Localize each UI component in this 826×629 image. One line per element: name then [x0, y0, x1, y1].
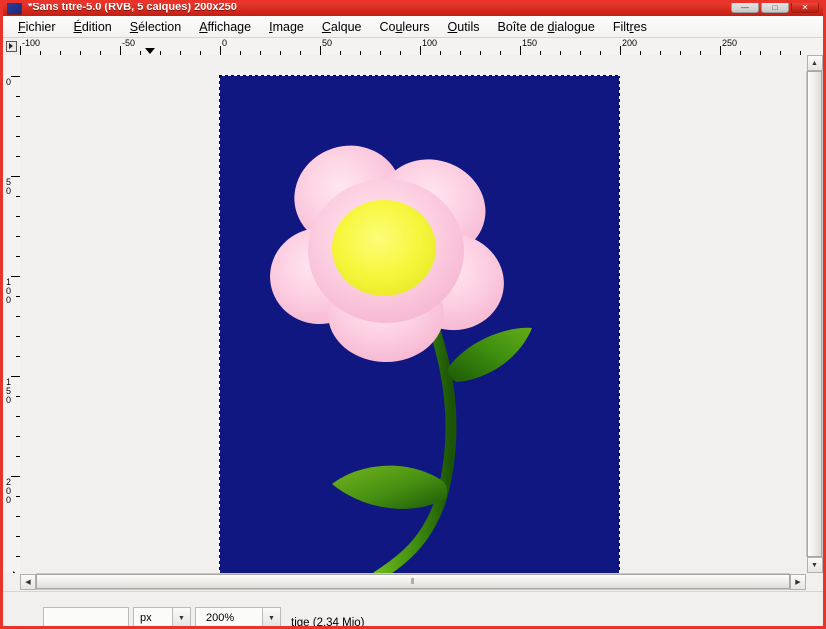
leaf-lower	[332, 465, 448, 509]
menu-fichier[interactable]: Fichier	[9, 18, 65, 36]
ruler-label: -50	[122, 38, 136, 48]
leaf-upper	[447, 327, 532, 382]
menu-calque[interactable]: Calque	[313, 18, 371, 36]
horizontal-scrollbar[interactable]: ◀ ⦀ ▶	[20, 573, 806, 590]
menu-affichage-label: ffichage	[207, 19, 252, 34]
unit-dropdown-icon[interactable]: ▼	[172, 608, 190, 626]
ruler-tick	[520, 46, 521, 55]
zoom-selector[interactable]: 200% ▼	[195, 607, 281, 626]
vscroll-thumb[interactable]	[807, 71, 822, 557]
menu-boite-label: ialogue	[554, 19, 595, 34]
ruler-tick	[620, 46, 621, 55]
title-bar[interactable]: *Sans titre-5.0 (RVB, 5 calques) 200x250…	[3, 3, 823, 16]
ruler-position-marker	[145, 48, 155, 54]
vertical-scrollbar[interactable]: ▲ ▼	[806, 55, 823, 573]
menu-couleurs[interactable]: Couleurs	[370, 18, 438, 36]
ruler-label: 50	[322, 38, 333, 48]
zoom-dropdown-icon[interactable]: ▼	[262, 608, 280, 626]
menu-edition[interactable]: Édition	[65, 18, 121, 36]
ruler-label: 100	[422, 38, 438, 48]
ruler-tick	[11, 76, 20, 77]
canvas-viewport[interactable]	[20, 55, 806, 573]
ruler-tick	[120, 46, 121, 55]
maximize-icon: □	[772, 3, 778, 12]
ruler-tick	[320, 46, 321, 55]
ruler-label: 200	[622, 38, 638, 48]
unit-value: px	[140, 612, 152, 624]
unit-menu-icon	[6, 41, 17, 52]
menu-filtres[interactable]: Filtres	[604, 18, 656, 36]
menu-calque-label: alque	[330, 19, 362, 34]
ruler-tick	[11, 276, 20, 277]
hscroll-thumb[interactable]: ⦀	[36, 574, 790, 589]
scroll-right-icon[interactable]: ▶	[790, 573, 806, 590]
menu-outils[interactable]: Outils	[439, 18, 489, 36]
close-icon: ✕	[801, 3, 809, 12]
ruler-label: 250	[722, 38, 738, 48]
menu-edition-label: dition	[81, 19, 112, 34]
menu-boite-de-dialogue[interactable]: Boîte de dialogue	[488, 18, 603, 36]
ruler-label: 0	[5, 77, 11, 87]
vertical-ruler[interactable]: 0 50 100 150 200	[3, 55, 21, 573]
ruler-tick	[11, 176, 20, 177]
close-button[interactable]: ✕	[791, 3, 819, 13]
flower-artwork	[270, 145, 532, 573]
scroll-left-icon[interactable]: ◀	[20, 573, 36, 590]
ruler-label: 150	[5, 377, 11, 405]
flower-center	[332, 200, 436, 296]
menu-image-label: mage	[272, 19, 304, 34]
ruler-label: 100	[5, 277, 11, 305]
window-controls: — □ ✕	[731, 3, 819, 13]
menu-selection-label: élection	[138, 19, 182, 34]
menu-selection[interactable]: Sélection	[121, 18, 190, 36]
menu-image[interactable]: Image	[260, 18, 313, 36]
window-title: *Sans titre-5.0 (RVB, 5 calques) 200x250	[28, 3, 237, 13]
menu-outils-label: utils	[457, 19, 480, 34]
ruler-position-marker	[13, 571, 19, 573]
vscroll-track[interactable]	[806, 71, 823, 557]
ruler-tick	[720, 46, 721, 55]
ruler-label: 0	[222, 38, 228, 48]
minimize-button[interactable]: —	[731, 3, 759, 13]
ruler-unit-button[interactable]	[3, 38, 21, 56]
menu-fichier-label: ichier	[25, 19, 56, 34]
horizontal-ruler[interactable]: -100 -50 0 50 100 150 200 250	[20, 38, 823, 56]
layer-status-text: tige (2,34 Mio)	[291, 617, 365, 629]
zoom-value: 200%	[206, 612, 235, 624]
menu-affichage[interactable]: Affichage	[190, 18, 260, 36]
hscroll-grip-icon: ⦀	[410, 576, 416, 586]
ruler-tick	[11, 476, 20, 477]
menu-couleurs-label: leurs	[402, 19, 430, 34]
ruler-label: 150	[522, 38, 538, 48]
unit-selector[interactable]: px ▼	[133, 607, 191, 626]
cursor-position-field	[43, 607, 129, 626]
hscroll-track[interactable]: ⦀	[36, 573, 790, 590]
ruler-label: 200	[5, 477, 11, 505]
image-canvas[interactable]	[219, 75, 620, 573]
ruler-tick	[11, 376, 20, 377]
status-bar: px ▼ 200% ▼ tige (2,34 Mio)	[3, 591, 823, 629]
minimize-icon: —	[741, 3, 749, 12]
menu-bar: Fichier Édition Sélection Affichage Imag…	[3, 16, 823, 38]
scroll-down-icon[interactable]: ▼	[806, 557, 823, 573]
maximize-button[interactable]: □	[761, 3, 789, 13]
canvas-background	[219, 75, 620, 573]
ruler-tick	[420, 46, 421, 55]
app-icon	[7, 3, 22, 15]
menu-filtres-label: es	[633, 19, 647, 34]
ruler-label: -100	[22, 38, 41, 48]
ruler-label: 50	[5, 177, 11, 196]
ruler-tick	[220, 46, 221, 55]
scroll-up-icon[interactable]: ▲	[806, 55, 823, 71]
ruler-tick	[20, 46, 21, 55]
gimp-image-window: *Sans titre-5.0 (RVB, 5 calques) 200x250…	[0, 0, 826, 629]
